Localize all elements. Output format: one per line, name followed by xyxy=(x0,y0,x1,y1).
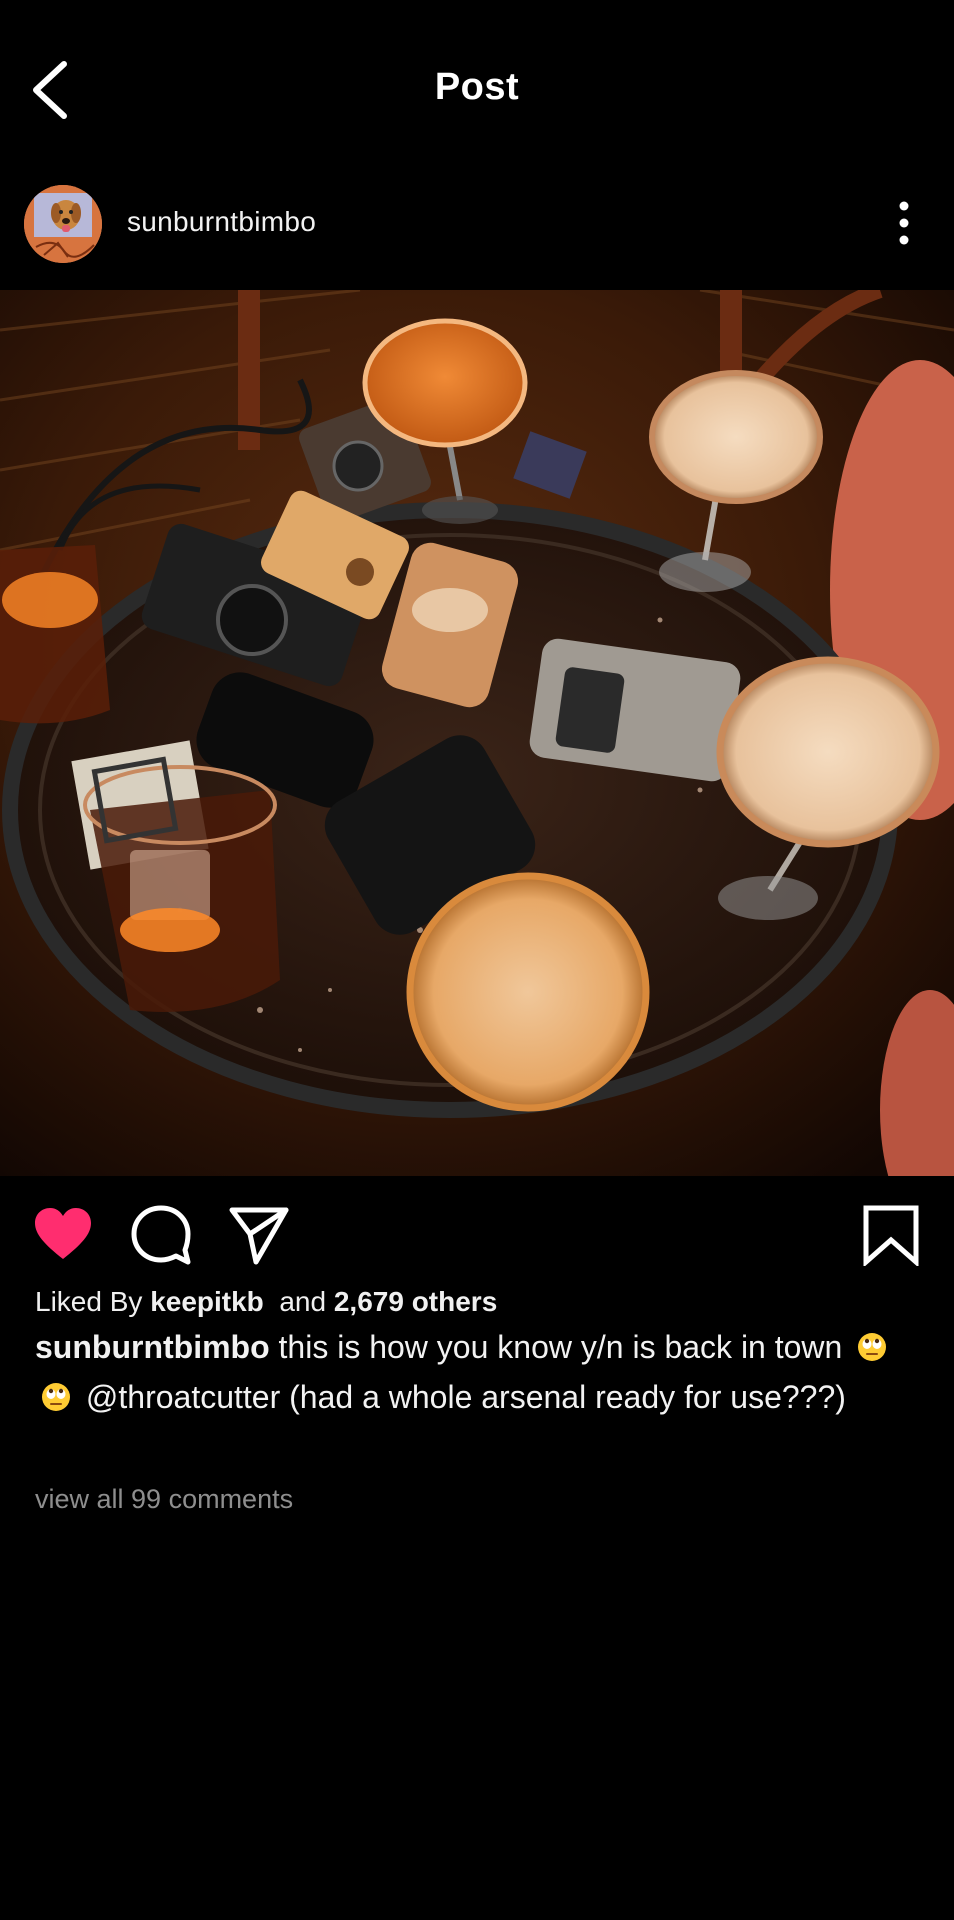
more-options-button[interactable] xyxy=(894,198,914,248)
post-caption: sunburntbimbo this is how you know y/n i… xyxy=(35,1322,915,1422)
eye-roll-emoji-icon xyxy=(41,1382,71,1412)
likes-prefix: Liked By xyxy=(35,1286,143,1317)
page-title: Post xyxy=(434,66,520,108)
likes-summary: Liked By keepitkb and 2,679 others xyxy=(35,1286,497,1318)
post-author-row: sunburntbimbo xyxy=(0,182,954,264)
post-image[interactable] xyxy=(0,290,954,1176)
caption-text-part2: @throatcutter (had a whole arsenal ready… xyxy=(85,1379,846,1415)
more-vertical-icon xyxy=(899,201,909,245)
comment-icon xyxy=(131,1205,191,1265)
like-button[interactable] xyxy=(32,1204,94,1266)
view-all-comments-link[interactable]: view all 99 comments xyxy=(35,1484,293,1515)
bookmark-icon xyxy=(863,1205,919,1266)
eye-roll-emoji-icon xyxy=(857,1332,887,1362)
send-icon xyxy=(229,1207,289,1265)
post-actions-bar xyxy=(0,1196,954,1268)
likes-middle: and xyxy=(279,1286,327,1317)
author-username[interactable]: sunburntbimbo xyxy=(127,206,316,238)
share-button[interactable] xyxy=(228,1204,290,1266)
top-bar: Post xyxy=(0,0,954,180)
heart-filled-icon xyxy=(35,1208,91,1259)
avatar[interactable] xyxy=(24,185,102,263)
liked-by-user[interactable]: keepitkb xyxy=(150,1286,264,1317)
caption-username[interactable]: sunburntbimbo xyxy=(35,1329,270,1365)
comment-button[interactable] xyxy=(130,1204,192,1266)
likes-others[interactable]: 2,679 others xyxy=(334,1286,497,1317)
avatar-image xyxy=(24,185,102,263)
caption-text-part1: this is how you know y/n is back in town xyxy=(278,1329,843,1365)
save-button[interactable] xyxy=(860,1204,922,1266)
post-photo xyxy=(0,290,954,1176)
